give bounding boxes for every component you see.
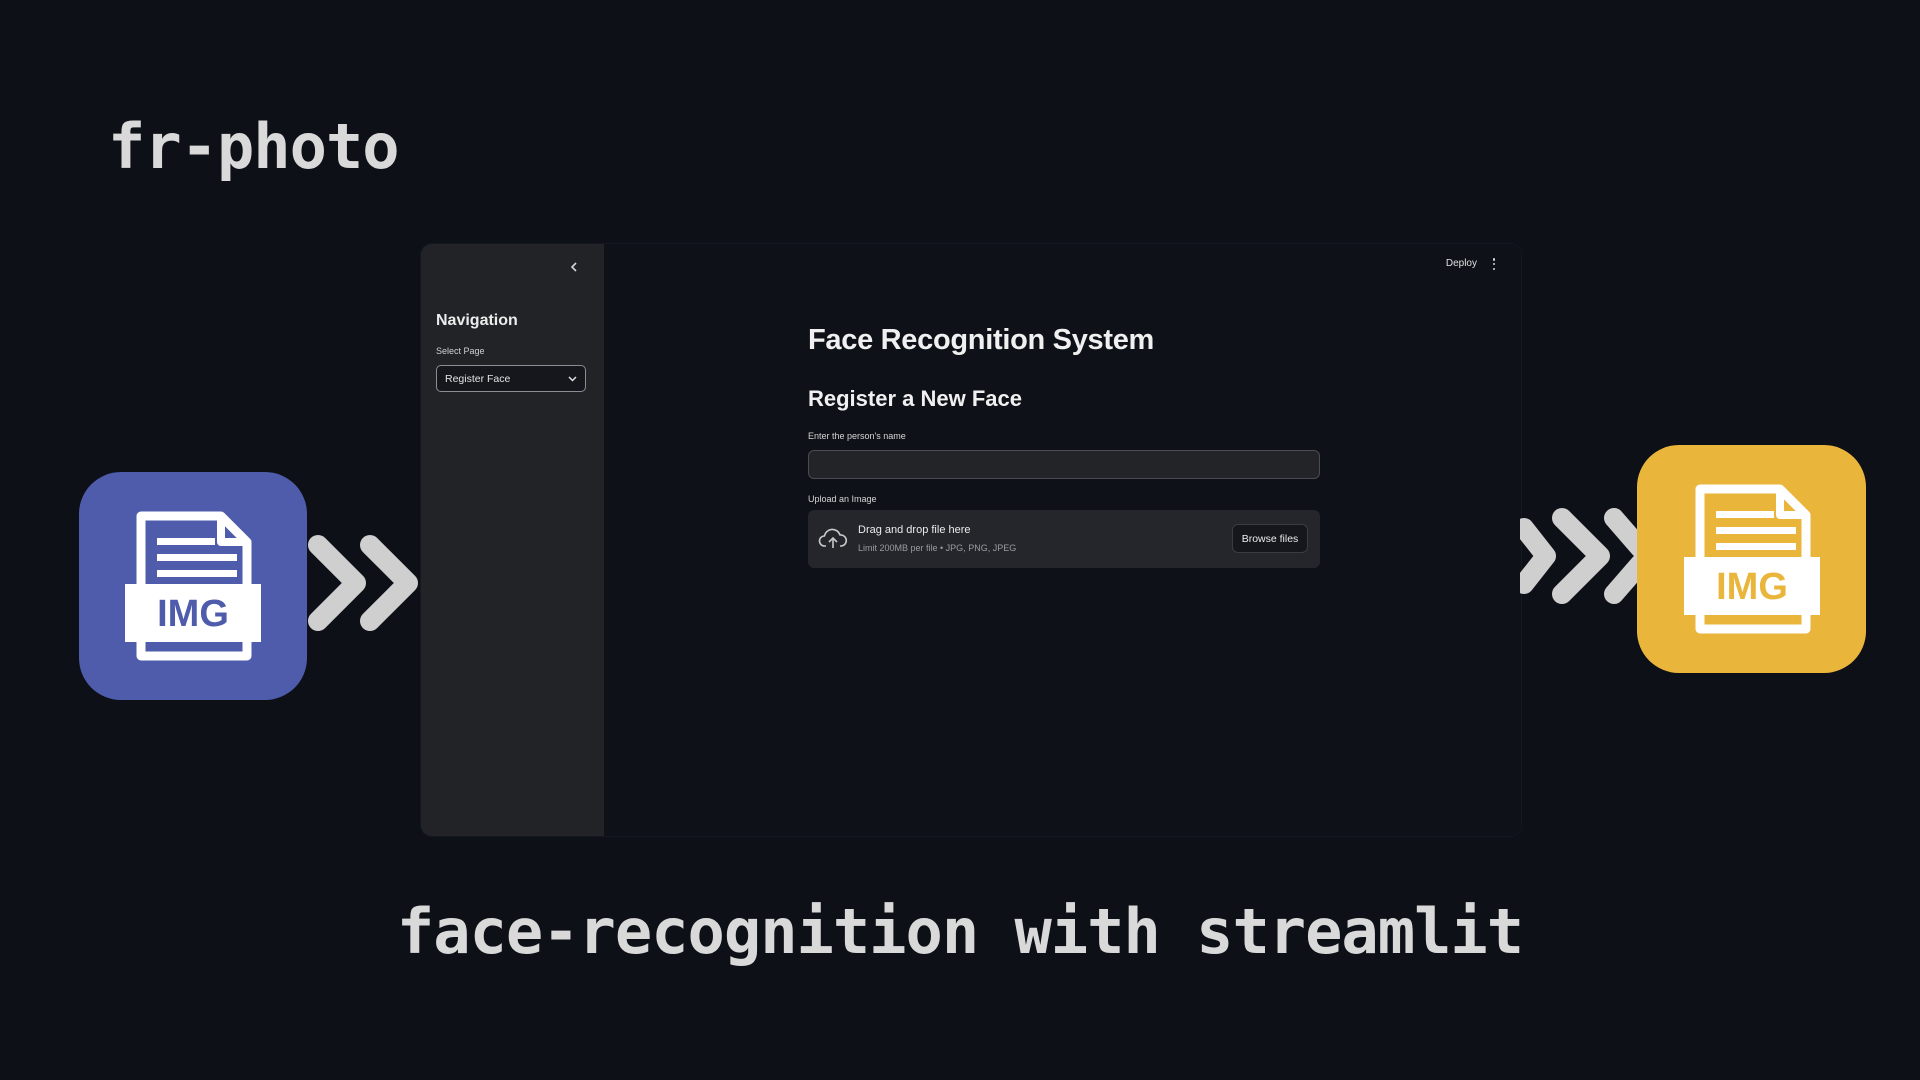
page-select-value: Register Face xyxy=(445,372,511,385)
upload-label: Upload an Image xyxy=(808,494,877,504)
file-dropzone[interactable]: Drag and drop file here Limit 200MB per … xyxy=(808,510,1320,568)
sidebar-title: Navigation xyxy=(436,312,518,329)
browse-files-button[interactable]: Browse files xyxy=(1232,524,1308,553)
output-image-tile: IMG xyxy=(1637,445,1866,673)
streamlit-app-window: Navigation Select Page Register Face Dep… xyxy=(420,243,1522,837)
slide-caption: face-recognition with streamlit xyxy=(396,895,1524,968)
page-select[interactable]: Register Face xyxy=(436,365,586,392)
main-content: Face Recognition System Register a New F… xyxy=(808,244,1320,836)
name-input[interactable] xyxy=(808,450,1320,479)
file-type-label: IMG xyxy=(157,593,229,635)
cloud-upload-icon xyxy=(818,528,848,548)
chevron-left-icon[interactable] xyxy=(565,258,583,276)
dropzone-hint: Limit 200MB per file • JPG, PNG, JPEG xyxy=(858,543,1017,553)
name-field-label: Enter the person's name xyxy=(808,431,906,441)
slide-heading: fr-photo xyxy=(108,110,400,183)
forward-arrows-icon xyxy=(308,535,418,631)
file-type-label: IMG xyxy=(1716,566,1788,608)
file-image-icon: IMG xyxy=(125,511,261,661)
section-title: Register a New Face xyxy=(808,386,1022,411)
sidebar: Navigation Select Page Register Face xyxy=(421,244,604,836)
forward-arrows-icon-right xyxy=(1520,508,1640,604)
select-page-label: Select Page xyxy=(436,346,485,356)
dropzone-title: Drag and drop file here xyxy=(858,524,971,536)
chevron-down-icon xyxy=(568,375,577,382)
input-image-tile: IMG xyxy=(79,472,307,700)
file-image-icon: IMG xyxy=(1683,484,1820,634)
more-vertical-icon[interactable] xyxy=(1491,256,1497,272)
slide: fr-photo IMG Navigation Select Page Regi… xyxy=(0,0,1920,1080)
page-title: Face Recognition System xyxy=(808,324,1155,356)
deploy-button[interactable]: Deploy xyxy=(1446,258,1477,269)
